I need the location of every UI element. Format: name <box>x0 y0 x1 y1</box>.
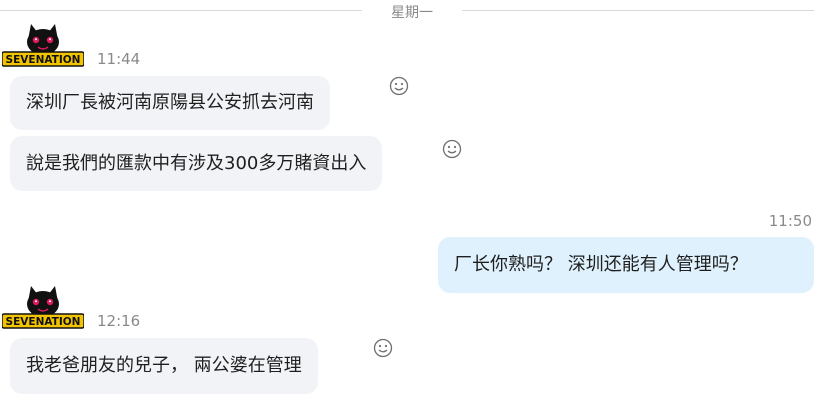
smiley-icon[interactable] <box>389 76 409 96</box>
sender-header: SEVENATION 11:44 <box>0 18 200 74</box>
chat-panel: 星期一 SEVENATION 11:44 深圳厂長被河南原陽县公安抓去河南 說是… <box>0 0 836 418</box>
sender-header: SEVENATION 12:16 <box>0 280 200 336</box>
divider-line-left <box>0 10 362 11</box>
message-time: 11:44 <box>97 50 141 68</box>
message-text: 深圳厂長被河南原陽县公安抓去河南 <box>26 92 314 113</box>
message-bubble[interactable]: 說是我們的匯款中有涉及300多万賭資出入 <box>10 136 383 191</box>
smiley-icon[interactable] <box>442 139 462 159</box>
svg-text:SEVENATION: SEVENATION <box>6 54 81 66</box>
message-time: 11:50 <box>768 212 812 230</box>
svg-text:SEVENATION: SEVENATION <box>6 316 81 328</box>
avatar[interactable]: SEVENATION <box>2 280 84 330</box>
divider-line-right <box>462 10 814 11</box>
message-text: 說是我們的匯款中有涉及300多万賭資出入 <box>26 153 367 174</box>
message-bubble[interactable]: 深圳厂長被河南原陽县公安抓去河南 <box>10 76 330 130</box>
outgoing-message-bubble[interactable]: 厂长你熟吗？ 深圳还能有人管理吗？ <box>438 237 814 293</box>
message-time: 12:16 <box>97 312 141 330</box>
avatar[interactable]: SEVENATION <box>2 18 84 68</box>
day-label: 星期一 <box>391 5 433 21</box>
message-bubble[interactable]: 我老爸朋友的兒子， 兩公婆在管理 <box>10 338 318 394</box>
smiley-icon[interactable] <box>373 338 393 358</box>
message-text: 厂长你熟吗？ 深圳还能有人管理吗？ <box>454 254 748 275</box>
message-text: 我老爸朋友的兒子， 兩公婆在管理 <box>26 355 302 376</box>
